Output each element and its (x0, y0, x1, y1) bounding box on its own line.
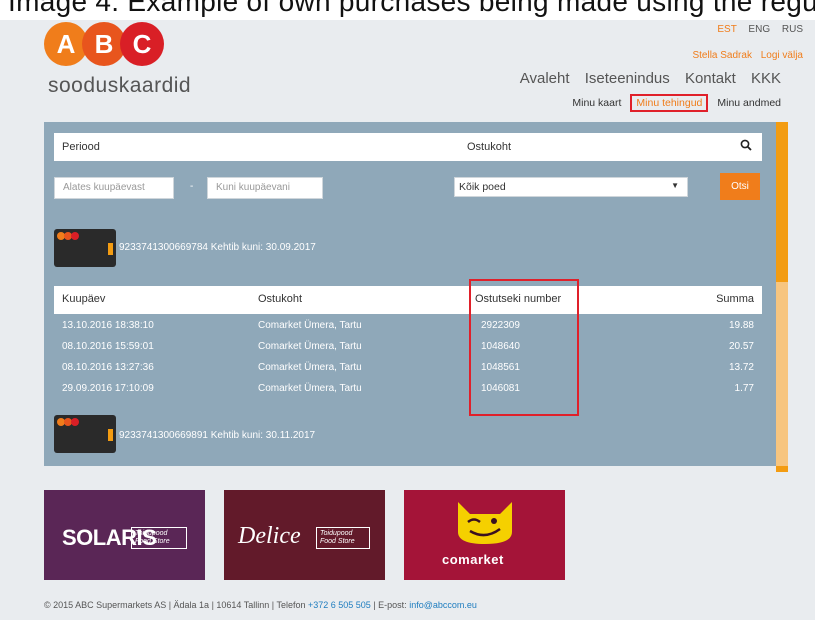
cell-sum: 1.77 (734, 383, 754, 394)
cell-store: Comarket Ümera, Tartu (258, 383, 362, 394)
cell-date: 13.10.2016 18:38:10 (62, 320, 154, 331)
filter-header: Periood Ostukoht (54, 133, 762, 161)
cell-store: Comarket Ümera, Tartu (258, 320, 362, 331)
partner-delice-banner[interactable]: Delice Toidupood Food Store (224, 490, 385, 580)
table-row: 08.10.2016 13:27:36 Comarket Ümera, Tart… (54, 358, 762, 378)
abc-logo[interactable]: A B C sooduskaardid (44, 22, 204, 102)
footer: © 2015 ABC Supermarkets AS | Ädala 1a | … (44, 600, 477, 610)
subnav-minu-tehingud[interactable]: Minu tehingud (630, 94, 709, 112)
lang-est[interactable]: EST (717, 24, 736, 35)
card-chip (108, 243, 113, 255)
store-select[interactable]: Kõik poed ▼ (454, 177, 688, 197)
nav-iseteenindus[interactable]: Iseteenindus (585, 70, 670, 87)
card-valid: Kehtib kuni: 30.11.2017 (210, 430, 316, 441)
card-info: 9233741300669891 Kehtib kuni: 30.11.2017 (119, 430, 315, 441)
solaris-tag: Toidupood Food Store (131, 527, 187, 549)
date-from-input[interactable]: Alates kuupäevast (54, 177, 174, 199)
logout-link[interactable]: Logi välja (761, 50, 803, 61)
user-bar: Stella Sadrak Logi välja (686, 50, 803, 61)
sub-nav: Minu kaart Minu tehingud Minu andmed (572, 94, 781, 112)
cell-store: Comarket Ümera, Tartu (258, 362, 362, 373)
language-switcher: EST ENG RUS (708, 24, 803, 35)
cell-receipt: 1048640 (481, 341, 520, 352)
logo-wordmark: sooduskaardid (48, 74, 192, 97)
main-nav: Avaleht Iseteenindus Kontakt KKK (509, 70, 781, 87)
table-row: 08.10.2016 15:59:01 Comarket Ümera, Tart… (54, 337, 762, 357)
delice-wordmark: Delice (238, 523, 301, 549)
col-kuupaev: Kuupäev (62, 293, 106, 305)
caption-strip: Image 4. Example of own purchases being … (0, 0, 815, 20)
subnav-minu-kaart[interactable]: Minu kaart (572, 97, 621, 109)
lang-rus[interactable]: RUS (782, 24, 803, 35)
period-label: Periood (62, 141, 100, 153)
cell-date: 29.09.2016 17:10:09 (62, 383, 154, 394)
footer-email-link[interactable]: info@abccom.eu (409, 600, 477, 610)
logo-letter-c: C (120, 22, 164, 66)
cell-receipt: 1046081 (481, 383, 520, 394)
card-logo (57, 418, 79, 426)
cell-date: 08.10.2016 15:59:01 (62, 341, 154, 352)
loyalty-card-image (54, 229, 116, 267)
subnav-minu-andmed[interactable]: Minu andmed (717, 97, 781, 109)
panel-scrollbar[interactable] (776, 122, 788, 472)
nav-avaleht[interactable]: Avaleht (520, 70, 570, 87)
card-number: 9233741300669784 (119, 242, 208, 253)
partner-comarket-banner[interactable]: comarket (404, 490, 565, 580)
table-row: 29.09.2016 17:10:09 Comarket Ümera, Tart… (54, 379, 762, 399)
loyalty-card-image (54, 415, 116, 453)
comarket-wordmark: comarket (442, 552, 504, 567)
chevron-down-icon: ▼ (671, 181, 679, 190)
cell-receipt: 1048561 (481, 362, 520, 373)
lang-eng[interactable]: ENG (748, 24, 770, 35)
col-ostutseki-number: Ostutseki number (475, 293, 562, 305)
store-select-value: Kõik poed (459, 181, 506, 193)
cell-sum: 19.88 (728, 320, 754, 331)
card-info: 9233741300669784 Kehtib kuni: 30.09.2017 (119, 242, 316, 253)
card-chip (108, 429, 113, 441)
cell-receipt: 2922309 (481, 320, 520, 331)
nav-kontakt[interactable]: Kontakt (685, 70, 736, 87)
footer-text: © 2015 ABC Supermarkets AS | Ädala 1a | … (44, 600, 306, 610)
scrollbar-end (776, 466, 788, 472)
cell-store: Comarket Ümera, Tartu (258, 341, 362, 352)
footer-email-label: | E-post: (373, 600, 407, 610)
search-button[interactable]: Otsi (720, 173, 760, 200)
store-label: Ostukoht (467, 141, 512, 153)
card-logo (57, 232, 79, 240)
nav-kkk[interactable]: KKK (751, 70, 781, 87)
cell-sum: 20.57 (728, 341, 754, 352)
delice-tag: Toidupood Food Store (316, 527, 370, 549)
partner-solaris-banner[interactable]: SOLARIS Toidupood Food Store (44, 490, 205, 580)
cell-sum: 13.72 (728, 362, 754, 373)
card-valid: Kehtib kuni: 30.09.2017 (210, 242, 316, 253)
caption-text: Image 4. Example of own purchases being … (8, 0, 815, 17)
transactions-table-header: Kuupäev Ostukoht Ostutseki number Summa (54, 286, 762, 314)
scrollbar-thumb[interactable] (776, 122, 788, 282)
col-summa: Summa (716, 293, 754, 305)
date-separator: - (190, 181, 194, 192)
card-number: 9233741300669891 (119, 430, 208, 441)
date-to-input[interactable]: Kuni kuupäevani (207, 177, 323, 199)
comarket-cat-icon (458, 502, 512, 544)
search-icon[interactable] (740, 139, 752, 154)
footer-phone-link[interactable]: +372 6 505 505 (308, 600, 371, 610)
table-row: 13.10.2016 18:38:10 Comarket Ümera, Tart… (54, 316, 762, 336)
user-name-link[interactable]: Stella Sadrak (692, 50, 751, 61)
cell-date: 08.10.2016 13:27:36 (62, 362, 154, 373)
col-ostukoht: Ostukoht (258, 293, 303, 305)
